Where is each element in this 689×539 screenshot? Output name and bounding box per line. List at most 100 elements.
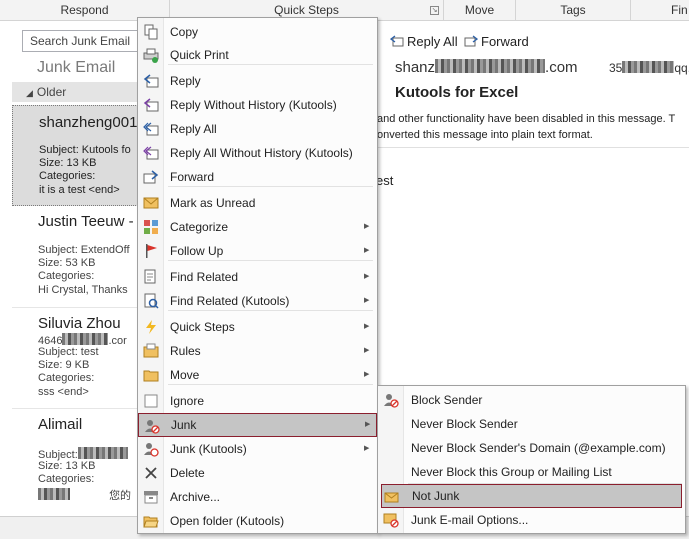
envelope-icon — [143, 197, 159, 209]
submenu-item-never-block-sender-s-domain-example-com[interactable]: Never Block Sender's Domain (@example.co… — [378, 436, 685, 460]
menu-item-junk[interactable]: Junk ▶ — [138, 413, 377, 437]
submenu-arrow-icon: ▶ — [364, 273, 370, 280]
mail-sender: Siluvia Zhou — [38, 315, 121, 332]
mail-size: Size: 13 KB — [39, 157, 97, 169]
menu-item-copy[interactable]: Copy — [138, 20, 377, 44]
quick-steps-launcher-icon[interactable]: ↘ — [430, 6, 439, 15]
submenu-item-label: Block Sender — [411, 393, 483, 407]
redacted-mosaic — [38, 488, 70, 500]
mail-sender: Alimail — [38, 416, 83, 433]
search-junk-input[interactable]: Search Junk Email — [22, 30, 140, 52]
submenu-item-label: Junk E-mail Options... — [411, 513, 529, 527]
menu-item-junk-kutools[interactable]: Junk (Kutools) ▶ — [138, 437, 377, 461]
mail-categories: Categories: — [38, 270, 95, 282]
copy-icon — [144, 24, 158, 40]
submenu-item-label: Never Block this Group or Mailing List — [411, 465, 612, 479]
submenu-item-junk-e-mail-options[interactable]: Junk E-mail Options... — [378, 508, 685, 532]
sender-address-suffix: .com — [545, 59, 578, 76]
lightning-icon — [146, 320, 156, 334]
menu-item-reply[interactable]: Reply — [138, 69, 377, 93]
menu-item-reply-all[interactable]: Reply All — [138, 117, 377, 141]
menu-item-delete[interactable]: Delete — [138, 461, 377, 485]
menu-item-ignore[interactable]: Ignore — [138, 389, 377, 413]
info-bar-line-2: onverted this message into plain text fo… — [377, 129, 593, 141]
submenu-item-label: Never Block Sender's Domain (@example.co… — [411, 441, 666, 455]
menu-item-archive[interactable]: Archive... — [138, 485, 377, 509]
sender-address: shanz .com — [395, 59, 578, 76]
redacted-mosaic — [435, 59, 546, 73]
info-bar[interactable]: and other functionality have been disabl… — [376, 108, 689, 148]
mail-sender-address: 4646 .cor — [38, 333, 127, 347]
ribbon-group-move: Move — [444, 0, 516, 21]
mail-categories: Categories: — [38, 473, 95, 485]
folder-title: Junk Email — [37, 59, 116, 76]
submenu-item-never-block-this-group-or-mailing-list[interactable]: Never Block this Group or Mailing List — [378, 460, 685, 484]
archive-icon — [144, 491, 158, 504]
submenu-item-label: Never Block Sender — [411, 417, 518, 431]
junk-submenu: Block Sender Never Block Sender Never Bloc… — [377, 385, 686, 534]
submenu-arrow-icon: ▶ — [364, 347, 370, 354]
reply-kutools-icon — [143, 98, 159, 112]
mail-subject: Subject: test — [38, 346, 99, 358]
mail-subject: Subject: ExtendOff — [38, 244, 130, 256]
sender-address-prefix: shanz — [395, 59, 436, 76]
menu-item-reply-without-history-kutools[interactable]: Reply Without History (Kutools) — [138, 93, 377, 117]
submenu-item-label: Not Junk — [412, 489, 460, 503]
menu-separator — [168, 310, 373, 311]
find-related-kutools-icon — [144, 293, 159, 309]
menu-item-label: Archive... — [170, 490, 221, 504]
junk-icon — [145, 420, 160, 434]
forward-button[interactable]: Forward — [464, 34, 529, 49]
submenu-arrow-icon: ▶ — [365, 421, 371, 428]
menu-item-label: Find Related — [170, 270, 239, 284]
menu-item-open-folder-kutools[interactable]: Open folder (Kutools) — [138, 509, 377, 533]
menu-item-rules[interactable]: Rules ▶ — [138, 339, 377, 363]
categorize-icon — [144, 220, 158, 234]
rules-icon — [143, 343, 159, 358]
redacted-mosaic — [62, 333, 109, 345]
submenu-item-block-sender[interactable]: Block Sender — [378, 388, 685, 412]
menu-separator — [168, 186, 373, 187]
menu-item-label: Rules — [170, 344, 201, 358]
mail-size: Size: 13 KB — [38, 460, 96, 472]
menu-separator — [168, 64, 373, 65]
forward-icon — [143, 170, 159, 184]
mail-preview: sss <end> — [38, 386, 89, 398]
menu-item-find-related[interactable]: Find Related ▶ — [138, 265, 377, 289]
reply-all-icon — [390, 35, 404, 47]
reply-all-button[interactable]: Reply All — [390, 34, 458, 49]
junk-options-icon — [383, 513, 399, 528]
context-menu: Copy Quick Print Reply Reply Without Histor… — [137, 17, 378, 534]
redacted-mosaic — [77, 447, 128, 459]
menu-item-quick-steps[interactable]: Quick Steps ▶ — [138, 315, 377, 339]
menu-item-label: Junk — [171, 418, 197, 432]
submenu-separator — [408, 483, 682, 484]
mail-size: Size: 53 KB — [38, 257, 96, 269]
menu-item-mark-as-unread[interactable]: Mark as Unread — [138, 191, 377, 215]
reply-all-label: Reply All — [407, 34, 458, 49]
find-related-icon — [144, 269, 156, 284]
message-body: est — [376, 173, 394, 188]
reply-all-icon — [143, 122, 159, 136]
menu-item-label: Delete — [170, 466, 205, 480]
reply-all-kutools-icon — [143, 146, 159, 160]
menu-item-reply-all-without-history-kutools[interactable]: Reply All Without History (Kutools) — [138, 141, 377, 165]
mail-sender: shanzheng001( — [39, 114, 143, 131]
menu-item-label: Reply All Without History (Kutools) — [170, 146, 353, 160]
recipient-address: 35 qq. — [609, 61, 689, 75]
menu-item-label: Copy — [170, 25, 199, 39]
ribbon-group-tags: Tags — [516, 0, 631, 21]
menu-item-label: Quick Steps — [170, 320, 235, 334]
menu-item-categorize[interactable]: Categorize ▶ — [138, 215, 377, 239]
mail-categories: Categories: — [39, 170, 96, 182]
group-header-label: Older — [36, 85, 67, 99]
submenu-item-never-block-sender[interactable]: Never Block Sender — [378, 412, 685, 436]
forward-icon — [464, 35, 478, 47]
menu-separator — [168, 384, 373, 385]
submenu-item-not-junk[interactable]: Not Junk — [381, 484, 682, 508]
menu-item-label: Categorize — [170, 220, 229, 234]
mail-categories: Categories: — [38, 372, 95, 384]
collapse-triangle-icon[interactable]: ◢ — [26, 88, 33, 98]
submenu-arrow-icon: ▶ — [364, 223, 370, 230]
menu-separator — [168, 260, 373, 261]
